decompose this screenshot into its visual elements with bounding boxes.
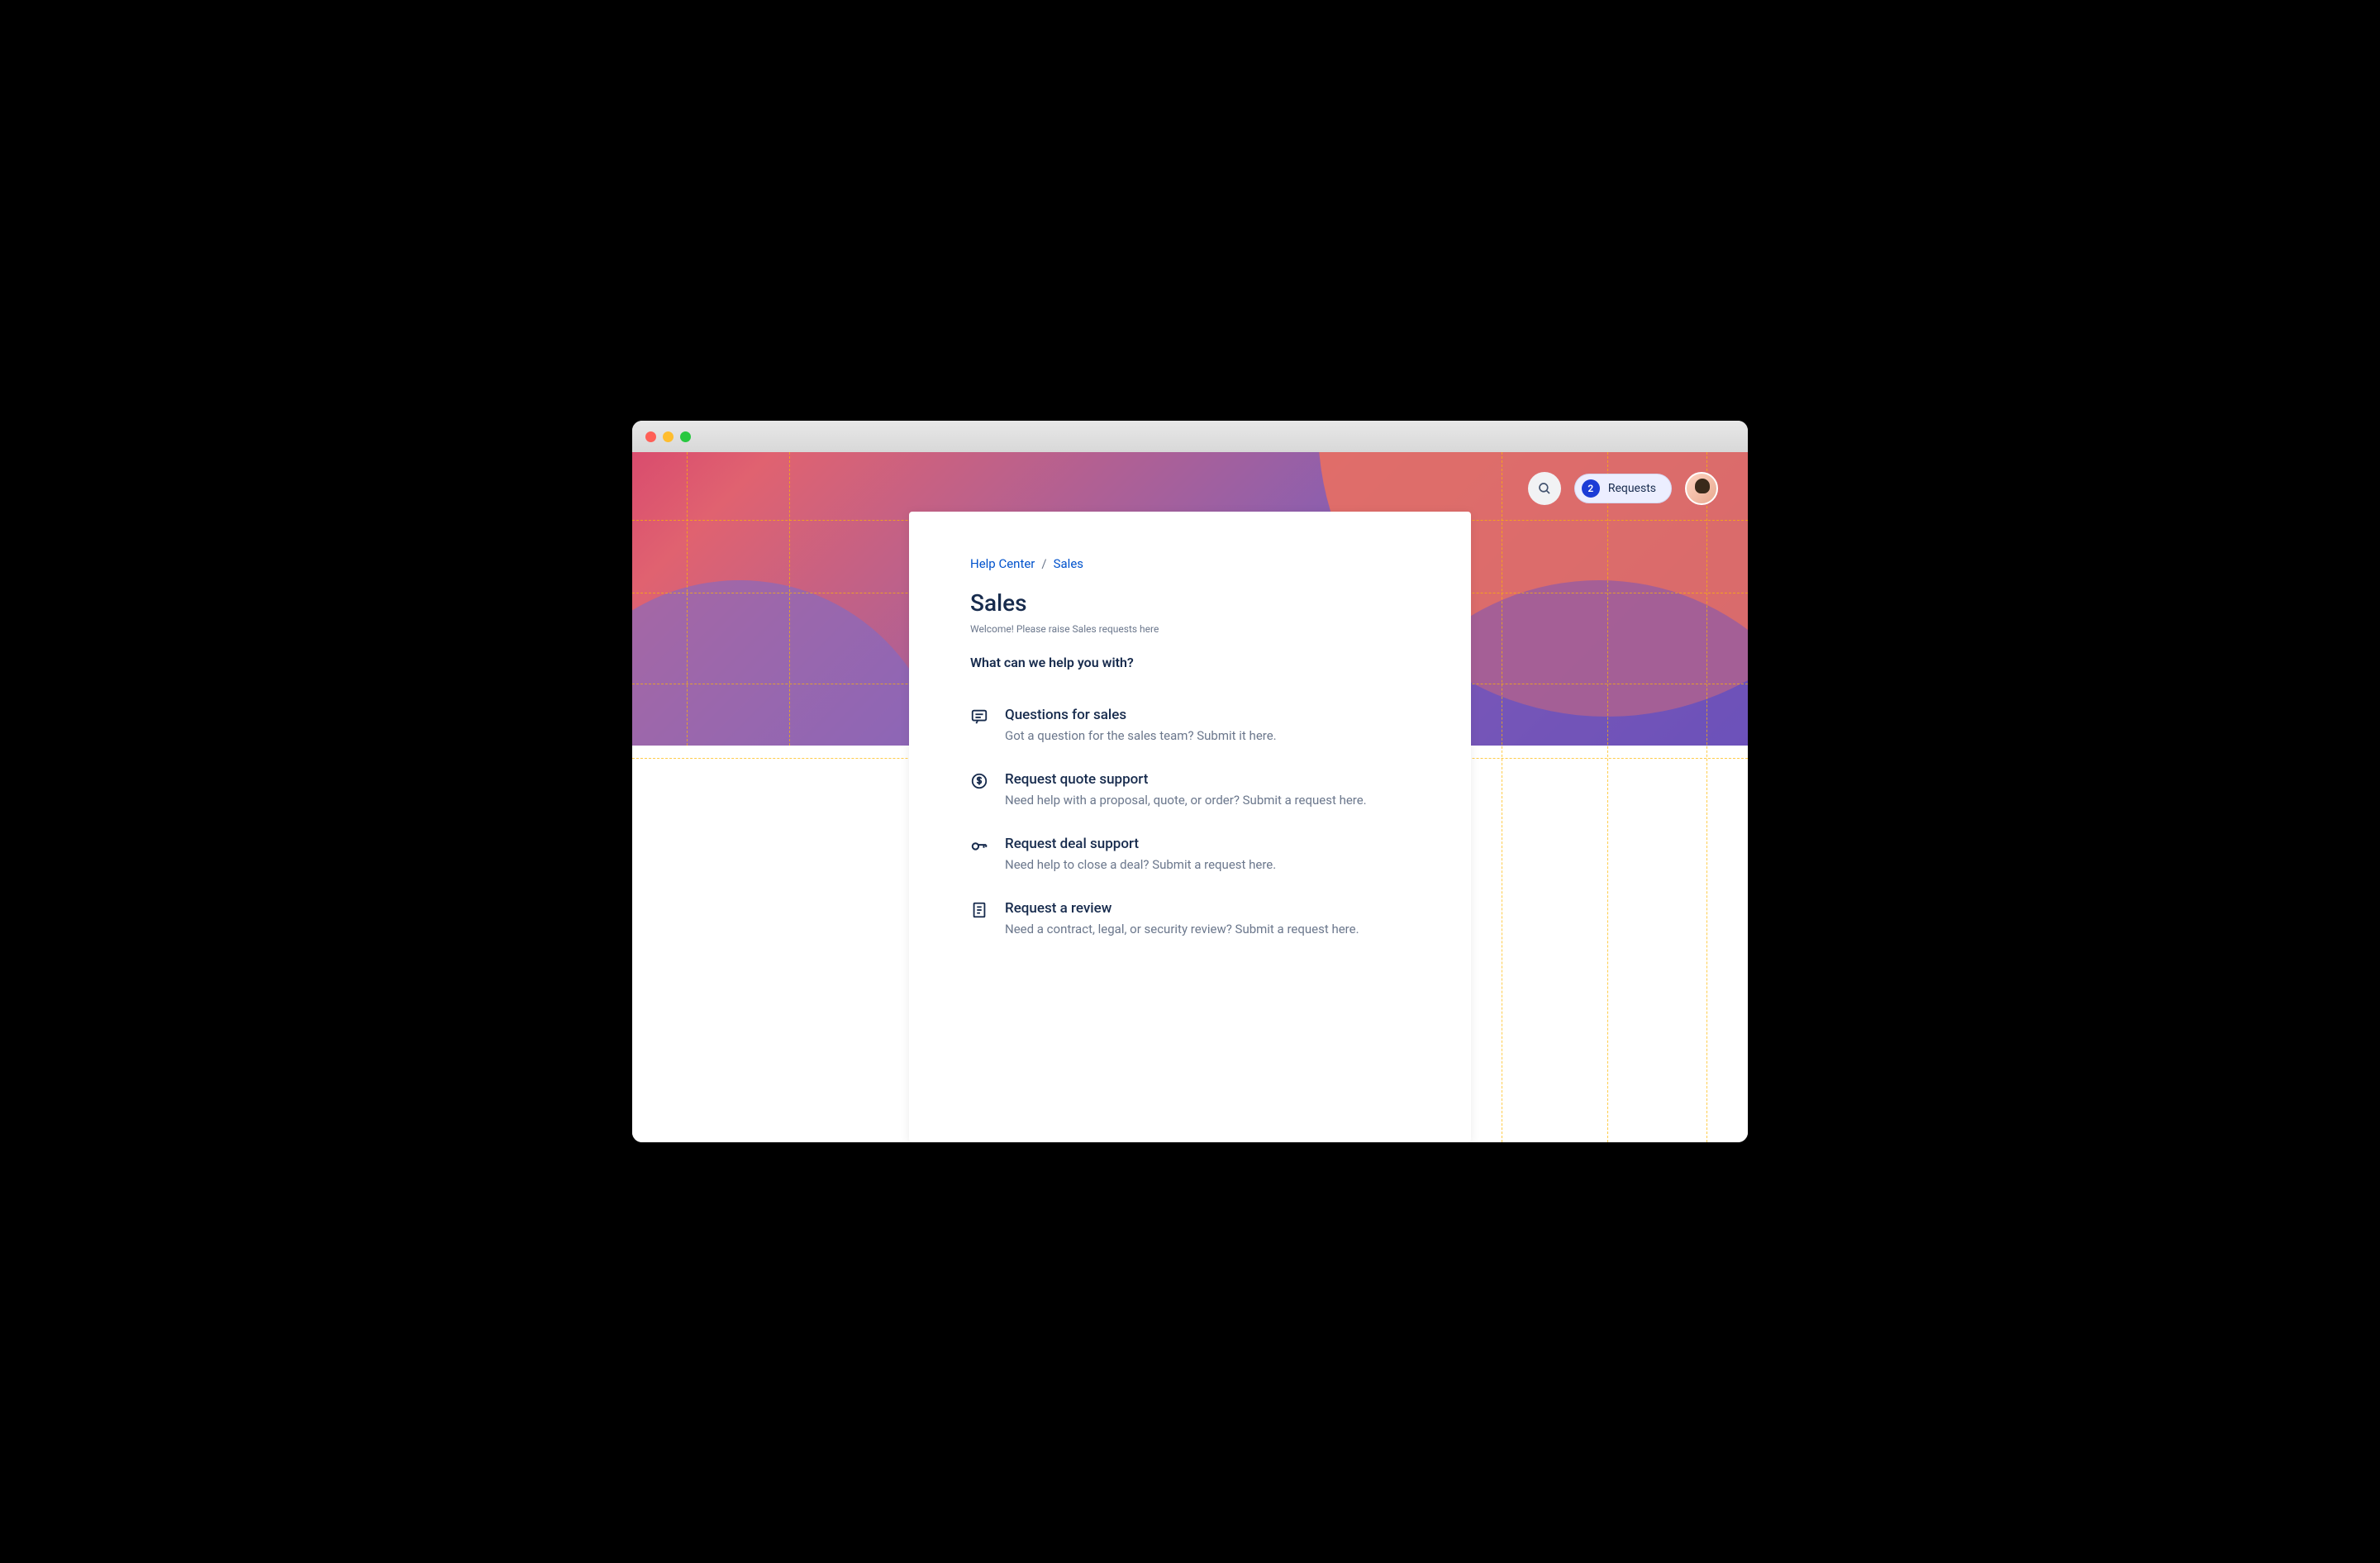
breadcrumb-current-link[interactable]: Sales (1054, 556, 1083, 571)
dollar-icon (970, 772, 988, 790)
help-heading: What can we help you with? (970, 655, 1410, 670)
breadcrumb-separator: / (1041, 556, 1046, 571)
minimize-window-button[interactable] (663, 431, 674, 442)
page-title: Sales (970, 589, 1410, 617)
requests-button[interactable]: 2 Requests (1574, 474, 1672, 503)
maximize-window-button[interactable] (680, 431, 691, 442)
browser-window: 2 Requests Help Center / Sales Sales Wel… (632, 421, 1748, 1142)
option-request-deal-support[interactable]: Request deal support Need help to close … (970, 836, 1410, 872)
option-title: Request a review (1005, 900, 1359, 917)
window-titlebar (632, 421, 1748, 452)
key-icon (970, 836, 988, 855)
option-title: Request quote support (1005, 771, 1367, 788)
decorative-blob (632, 580, 946, 746)
search-button[interactable] (1528, 472, 1561, 505)
page-content: 2 Requests Help Center / Sales Sales Wel… (632, 452, 1748, 1142)
option-request-a-review[interactable]: Request a review Need a contract, legal,… (970, 900, 1410, 936)
option-description: Need a contract, legal, or security revi… (1005, 922, 1359, 936)
close-window-button[interactable] (645, 431, 656, 442)
option-questions-for-sales[interactable]: Questions for sales Got a question for t… (970, 707, 1410, 743)
option-request-quote-support[interactable]: Request quote support Need help with a p… (970, 771, 1410, 808)
document-icon (970, 901, 988, 919)
search-icon (1537, 481, 1552, 496)
chat-icon (970, 708, 988, 726)
top-bar: 2 Requests (1528, 472, 1718, 505)
requests-label: Requests (1608, 482, 1656, 495)
option-title: Questions for sales (1005, 707, 1277, 723)
breadcrumb-root-link[interactable]: Help Center (970, 556, 1035, 571)
breadcrumb: Help Center / Sales (970, 556, 1410, 571)
main-card: Help Center / Sales Sales Welcome! Pleas… (909, 512, 1471, 1142)
option-title: Request deal support (1005, 836, 1276, 852)
page-subtitle: Welcome! Please raise Sales requests her… (970, 623, 1410, 635)
avatar[interactable] (1685, 472, 1718, 505)
option-description: Need help to close a deal? Submit a requ… (1005, 857, 1276, 872)
requests-count-badge: 2 (1582, 479, 1600, 498)
option-description: Need help with a proposal, quote, or ord… (1005, 793, 1367, 808)
option-description: Got a question for the sales team? Submi… (1005, 728, 1277, 743)
